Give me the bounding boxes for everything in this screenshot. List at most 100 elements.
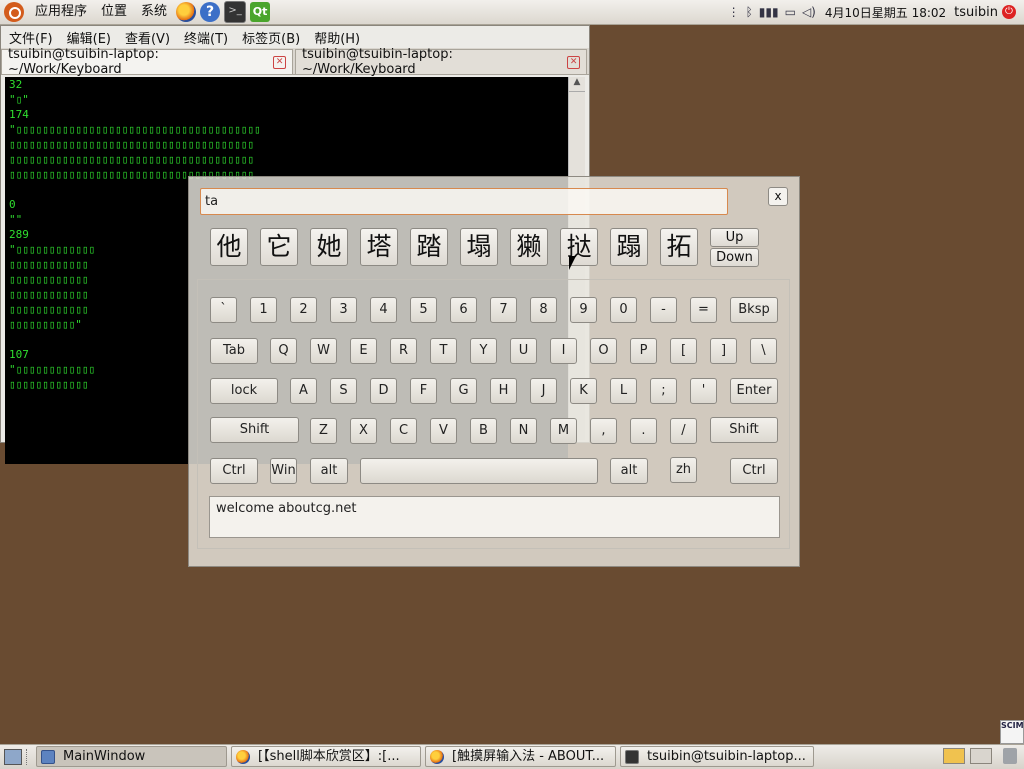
menu-tabs[interactable]: 标签页(B)	[234, 28, 306, 47]
key-quote[interactable]: '	[690, 378, 717, 404]
key-p[interactable]: P	[630, 338, 657, 364]
firefox-icon[interactable]	[176, 2, 197, 22]
key-n[interactable]: N	[510, 418, 537, 444]
key-t[interactable]: T	[430, 338, 457, 364]
output-text-box[interactable]: welcome aboutcg.net	[209, 496, 780, 538]
key-m[interactable]: M	[550, 418, 577, 444]
menu-view[interactable]: 查看(V)	[117, 28, 176, 47]
menu-edit[interactable]: 编辑(E)	[59, 28, 117, 47]
candidate-button[interactable]: 拓	[660, 228, 698, 266]
key-y[interactable]: Y	[470, 338, 497, 364]
key-d[interactable]: D	[370, 378, 397, 404]
terminal-icon[interactable]: >_	[224, 1, 247, 23]
key-0[interactable]: 0	[610, 297, 637, 323]
key-comma[interactable]: ,	[590, 418, 617, 444]
volume-icon[interactable]: ◁)	[802, 5, 816, 19]
power-icon[interactable]: ⏻	[1002, 5, 1016, 19]
key-1[interactable]: 1	[250, 297, 277, 323]
key-equals[interactable]: =	[690, 297, 717, 323]
key-left-shift[interactable]: Shift	[210, 417, 299, 443]
user-name[interactable]: tsuibin	[954, 5, 998, 20]
page-up-button[interactable]: Up	[710, 228, 759, 247]
key-u[interactable]: U	[510, 338, 537, 364]
page-down-button[interactable]: Down	[710, 248, 759, 267]
key-backtick[interactable]: `	[210, 297, 237, 323]
network-icon[interactable]: ▮▮▮	[759, 5, 779, 19]
menu-applications[interactable]: 应用程序	[28, 0, 94, 24]
key-minus[interactable]: -	[650, 297, 677, 323]
key-x[interactable]: X	[350, 418, 377, 444]
menu-system[interactable]: 系统	[134, 0, 174, 24]
candidate-button[interactable]: 塔	[360, 228, 398, 266]
key-f[interactable]: F	[410, 378, 437, 404]
key-6[interactable]: 6	[450, 297, 477, 323]
clock[interactable]: 4月10日星期五 18:02	[825, 4, 946, 21]
key-k[interactable]: K	[570, 378, 597, 404]
key-o[interactable]: O	[590, 338, 617, 364]
key-tab[interactable]: Tab	[210, 338, 258, 364]
key-q[interactable]: Q	[270, 338, 297, 364]
key-win[interactable]: Win	[270, 458, 297, 484]
show-desktop-icon[interactable]	[4, 749, 22, 765]
key-7[interactable]: 7	[490, 297, 517, 323]
key-l[interactable]: L	[610, 378, 637, 404]
printer-icon[interactable]: ▭	[785, 5, 796, 19]
ubuntu-logo-icon[interactable]	[4, 2, 24, 22]
pinyin-input[interactable]: ta	[200, 188, 728, 215]
close-button[interactable]: x	[768, 187, 788, 206]
menu-help[interactable]: 帮助(H)	[306, 28, 366, 47]
key-r[interactable]: R	[390, 338, 417, 364]
close-tab-icon[interactable]: ✕	[567, 55, 580, 69]
candidate-button[interactable]: 她	[310, 228, 348, 266]
candidate-button[interactable]: 獭	[510, 228, 548, 266]
taskbar-item[interactable]: [触摸屏输入法 - ABOUT...	[425, 746, 616, 767]
candidate-button[interactable]: 挞	[560, 228, 598, 266]
qt-icon[interactable]: Qt	[250, 2, 271, 22]
key-j[interactable]: J	[530, 378, 557, 404]
scroll-up-icon[interactable]: ▲	[569, 77, 585, 92]
key-enter[interactable]: Enter	[730, 378, 778, 404]
bluetooth-icon[interactable]: ᛒ	[746, 5, 753, 19]
scim-icon[interactable]: SCIM	[1000, 720, 1024, 744]
trash-icon[interactable]	[1003, 748, 1017, 764]
key-right-bracket[interactable]: ]	[710, 338, 737, 364]
key-i[interactable]: I	[550, 338, 577, 364]
help-icon[interactable]: ?	[200, 2, 221, 22]
workspace-2[interactable]	[970, 748, 992, 764]
key-5[interactable]: 5	[410, 297, 437, 323]
menu-places[interactable]: 位置	[94, 0, 134, 24]
candidate-button[interactable]: 踏	[410, 228, 448, 266]
key-zh-toggle[interactable]: zh	[670, 457, 697, 483]
key-backslash[interactable]: \	[750, 338, 777, 364]
key-right-alt[interactable]: alt	[610, 458, 648, 484]
key-g[interactable]: G	[450, 378, 477, 404]
key-3[interactable]: 3	[330, 297, 357, 323]
candidate-button[interactable]: 蹋	[610, 228, 648, 266]
candidate-button[interactable]: 他	[210, 228, 248, 266]
key-backspace[interactable]: Bksp	[730, 297, 778, 323]
key-2[interactable]: 2	[290, 297, 317, 323]
key-s[interactable]: S	[330, 378, 357, 404]
terminal-tab[interactable]: tsuibin@tsuibin-laptop: ~/Work/Keyboard …	[295, 47, 587, 77]
key-8[interactable]: 8	[530, 297, 557, 323]
key-e[interactable]: E	[350, 338, 377, 364]
key-b[interactable]: B	[470, 418, 497, 444]
workspace-1[interactable]	[943, 748, 965, 764]
key-slash[interactable]: /	[670, 418, 697, 444]
taskbar-item[interactable]: [【shell脚本欣赏区】:[...	[231, 746, 421, 767]
key-right-shift[interactable]: Shift	[710, 417, 778, 443]
key-space[interactable]	[360, 458, 598, 484]
key-c[interactable]: C	[390, 418, 417, 444]
menu-file[interactable]: 文件(F)	[1, 28, 59, 47]
candidate-button[interactable]: 它	[260, 228, 298, 266]
taskbar-item[interactable]: MainWindow	[36, 746, 227, 767]
key-left-ctrl[interactable]: Ctrl	[210, 458, 258, 484]
taskbar-item[interactable]: tsuibin@tsuibin-laptop...	[620, 746, 814, 767]
key-left-alt[interactable]: alt	[310, 458, 348, 484]
key-v[interactable]: V	[430, 418, 457, 444]
menu-terminal[interactable]: 终端(T)	[176, 28, 234, 47]
terminal-tab[interactable]: tsuibin@tsuibin-laptop: ~/Work/Keyboard …	[1, 47, 293, 77]
key-caps-lock[interactable]: lock	[210, 378, 278, 404]
key-9[interactable]: 9	[570, 297, 597, 323]
key-z[interactable]: Z	[310, 418, 337, 444]
